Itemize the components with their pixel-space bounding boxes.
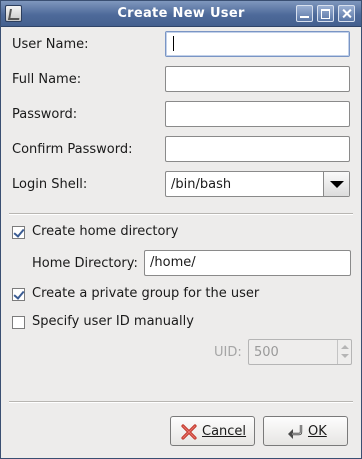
create-home-checkbox[interactable] [12,226,25,239]
login-shell-combo[interactable]: /bin/bash [165,171,350,197]
specify-uid-checkbox[interactable] [12,316,25,329]
full-name-input[interactable] [165,66,350,92]
ok-return-icon [288,425,303,439]
user-name-label: User Name: [12,37,89,52]
ok-button[interactable]: OK [263,416,348,446]
confirm-password-input[interactable] [165,136,350,162]
full-name-label: Full Name: [12,72,82,87]
text-cursor [173,36,174,51]
home-directory-label: Home Directory: [32,256,138,271]
private-group-checkbox[interactable] [12,288,25,301]
home-directory-input[interactable]: /home/ [144,250,351,276]
private-group-label[interactable]: Create a private group for the user [32,286,259,301]
close-window-button[interactable] [338,5,355,22]
confirm-password-label: Confirm Password: [12,142,133,157]
password-input[interactable] [165,101,350,127]
cancel-x-icon [181,424,197,440]
login-shell-value: /bin/bash [171,177,232,192]
login-shell-label: Login Shell: [12,177,88,192]
ok-button-label: OK [308,424,327,439]
title-bar[interactable]: Create New User [1,1,361,27]
uid-value: 500 [254,345,279,360]
specify-uid-label[interactable]: Specify user ID manually [32,314,194,329]
chevron-down-icon[interactable] [323,172,349,196]
uid-spin-buttons [337,340,351,364]
minimize-button[interactable] [296,5,313,22]
create-home-label[interactable]: Create home directory [32,224,178,239]
user-name-input[interactable] [165,31,350,57]
uid-spinbox: 500 [248,339,352,365]
spin-up-icon [341,345,349,349]
cancel-button-label: Cancel [202,424,247,439]
create-user-dialog: Create New User User Name: Full Name: Pa… [0,0,362,459]
maximize-button[interactable] [317,5,334,22]
cancel-button[interactable]: Cancel [170,416,255,446]
spin-down-icon [341,354,349,358]
uid-label: UID: [214,345,242,360]
password-label: Password: [12,107,78,122]
separator-top [9,213,353,215]
separator-bottom [9,401,353,403]
